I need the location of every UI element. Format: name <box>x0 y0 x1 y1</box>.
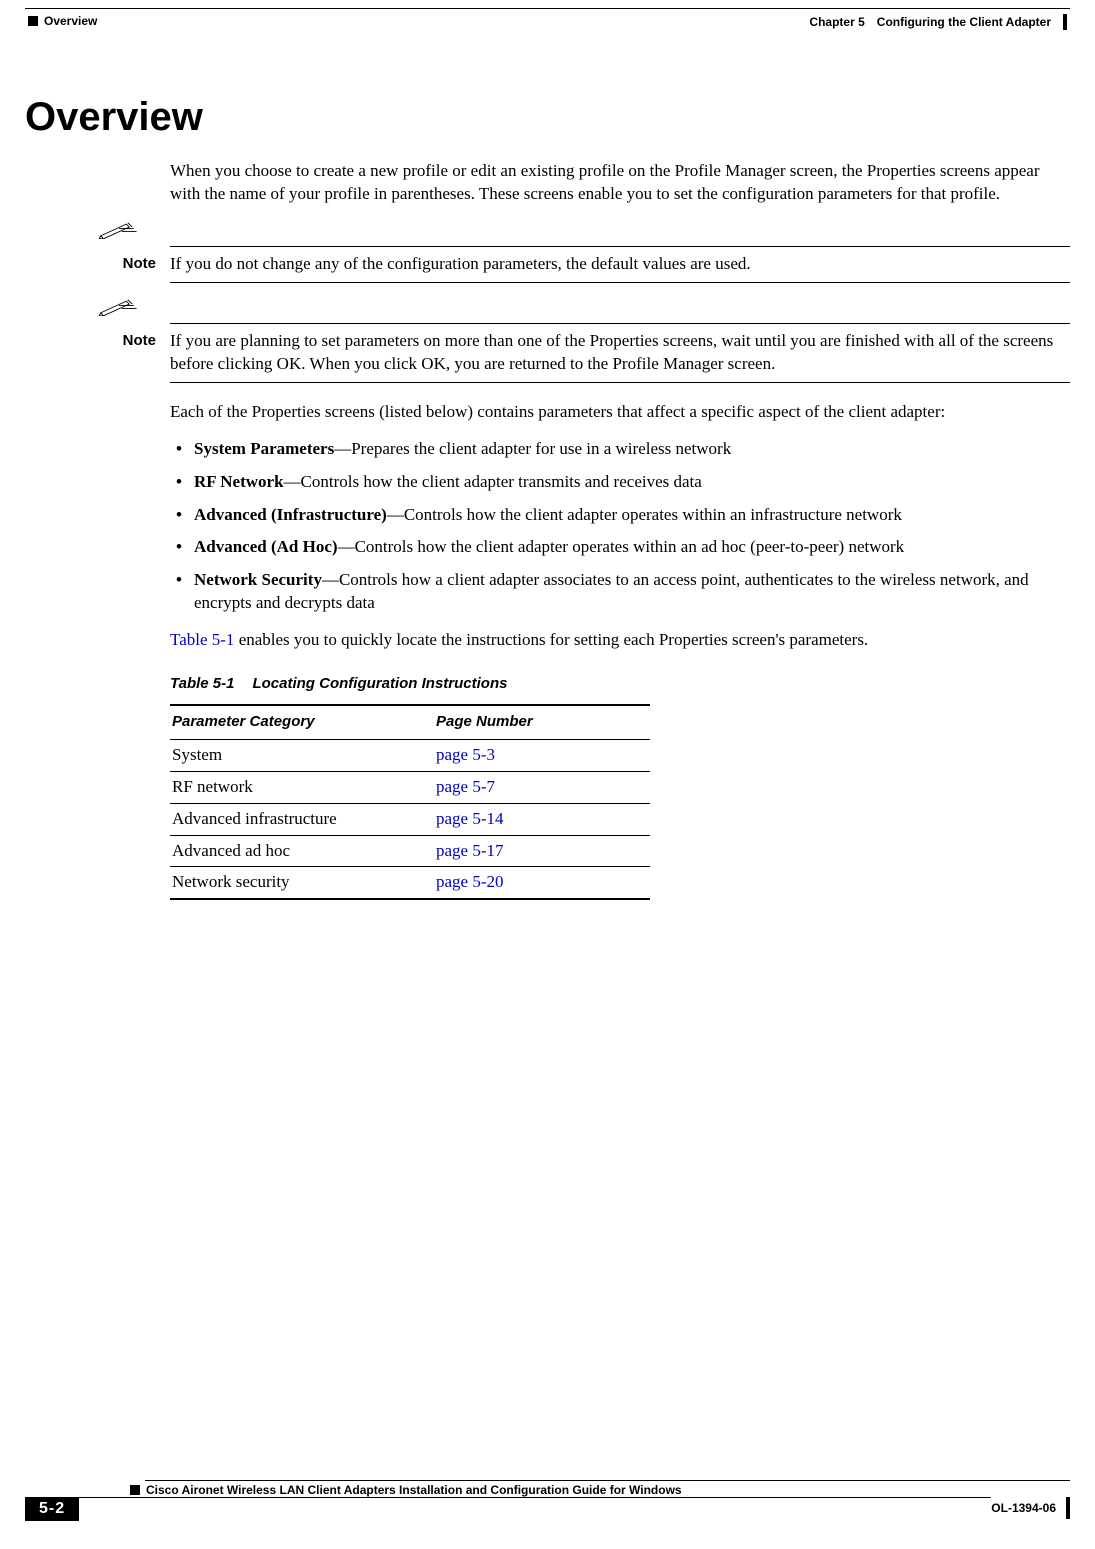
header-section-left: Overview <box>28 14 97 28</box>
properties-bullet-list: System Parameters—Prepares the client ad… <box>170 438 1070 616</box>
table-cell-category: RF network <box>170 771 434 803</box>
list-item-rest: —Prepares the client adapter for use in … <box>334 439 731 458</box>
note-block-2: Note If you are planning to set paramete… <box>80 298 1070 383</box>
table-row: System page 5-3 <box>170 739 650 771</box>
page-link[interactable]: page 5-20 <box>436 872 504 891</box>
list-item-rest: —Controls how the client adapter operate… <box>338 537 905 556</box>
table-header-row: Parameter Category Page Number <box>170 705 650 739</box>
note-label: Note <box>80 253 170 274</box>
xref-paragraph: Table 5-1 enables you to quickly locate … <box>170 629 1070 652</box>
intro-paragraph: When you choose to create a new profile … <box>170 160 1070 206</box>
page-number: 5-2 <box>25 1497 79 1521</box>
note-rule-bottom <box>170 382 1070 383</box>
header-section-right: Chapter 5 Configuring the Client Adapter <box>809 14 1067 30</box>
table-header-page: Page Number <box>434 705 650 739</box>
table-xref-link[interactable]: Table 5-1 <box>170 630 234 649</box>
xref-rest: enables you to quickly locate the instru… <box>234 630 868 649</box>
table-cell-category: Advanced infrastructure <box>170 803 434 835</box>
list-item-bold: Advanced (Ad Hoc) <box>194 537 338 556</box>
footer-doc-title: Cisco Aironet Wireless LAN Client Adapte… <box>146 1483 682 1497</box>
document-id: OL-1394-06 <box>991 1497 1056 1515</box>
list-item: RF Network—Controls how the client adapt… <box>170 471 1070 494</box>
section-label: Overview <box>44 14 97 28</box>
list-item: Advanced (Infrastructure)—Controls how t… <box>170 504 1070 527</box>
table-row: Advanced infrastructure page 5-14 <box>170 803 650 835</box>
note-rule-bottom <box>170 282 1070 283</box>
header-right-marker-icon <box>1063 14 1067 30</box>
footer-spacer <box>79 1497 991 1521</box>
page-link[interactable]: page 5-3 <box>436 745 495 764</box>
table-caption: Table 5-1 Locating Configuration Instruct… <box>170 674 1070 694</box>
list-item: System Parameters—Prepares the client ad… <box>170 438 1070 461</box>
list-item-bold: System Parameters <box>194 439 334 458</box>
config-instructions-table: Parameter Category Page Number System pa… <box>170 704 650 900</box>
list-item-rest: —Controls how the client adapter transmi… <box>284 472 702 491</box>
list-item: Advanced (Ad Hoc)—Controls how the clien… <box>170 536 1070 559</box>
note-pencil-icon <box>97 221 1070 244</box>
header-rule <box>25 8 1070 9</box>
list-item-rest: —Controls how the client adapter operate… <box>387 505 902 524</box>
note-text: If you do not change any of the configur… <box>170 253 1070 276</box>
list-item-bold: Advanced (Infrastructure) <box>194 505 387 524</box>
note-rule-top <box>170 323 1070 324</box>
note-label: Note <box>80 330 170 351</box>
table-row: Advanced ad hoc page 5-17 <box>170 835 650 867</box>
list-item: Network Security—Controls how a client a… <box>170 569 1070 615</box>
page-link[interactable]: page 5-7 <box>436 777 495 796</box>
note-block-1: Note If you do not change any of the con… <box>80 221 1070 283</box>
list-item-bold: Network Security <box>194 570 322 589</box>
doc-id-marker-icon <box>1066 1497 1070 1519</box>
footer-marker-icon <box>130 1485 140 1495</box>
page-link[interactable]: page 5-17 <box>436 841 504 860</box>
table-cell-category: Advanced ad hoc <box>170 835 434 867</box>
paragraph-2: Each of the Properties screens (listed b… <box>170 401 1070 424</box>
note-pencil-icon <box>97 298 1070 321</box>
table-title: Locating Configuration Instructions <box>252 675 507 692</box>
note-rule-top <box>170 246 1070 247</box>
table-number: Table 5-1 <box>170 675 234 692</box>
table-header-category: Parameter Category <box>170 705 434 739</box>
list-item-bold: RF Network <box>194 472 284 491</box>
footer-rule <box>145 1480 1070 1481</box>
table-row: Network security page 5-20 <box>170 867 650 899</box>
page-link[interactable]: page 5-14 <box>436 809 504 828</box>
section-marker-icon <box>28 16 38 26</box>
page-title: Overview <box>25 95 1070 140</box>
table-cell-category: Network security <box>170 867 434 899</box>
page-header: Overview Chapter 5 Configuring the Clien… <box>0 0 1095 30</box>
chapter-number: Chapter 5 <box>809 15 864 29</box>
table-row: RF network page 5-7 <box>170 771 650 803</box>
page-footer: Cisco Aironet Wireless LAN Client Adapte… <box>25 1480 1070 1521</box>
chapter-title: Configuring the Client Adapter <box>877 15 1051 29</box>
table-cell-category: System <box>170 739 434 771</box>
note-text: If you are planning to set parameters on… <box>170 330 1070 376</box>
